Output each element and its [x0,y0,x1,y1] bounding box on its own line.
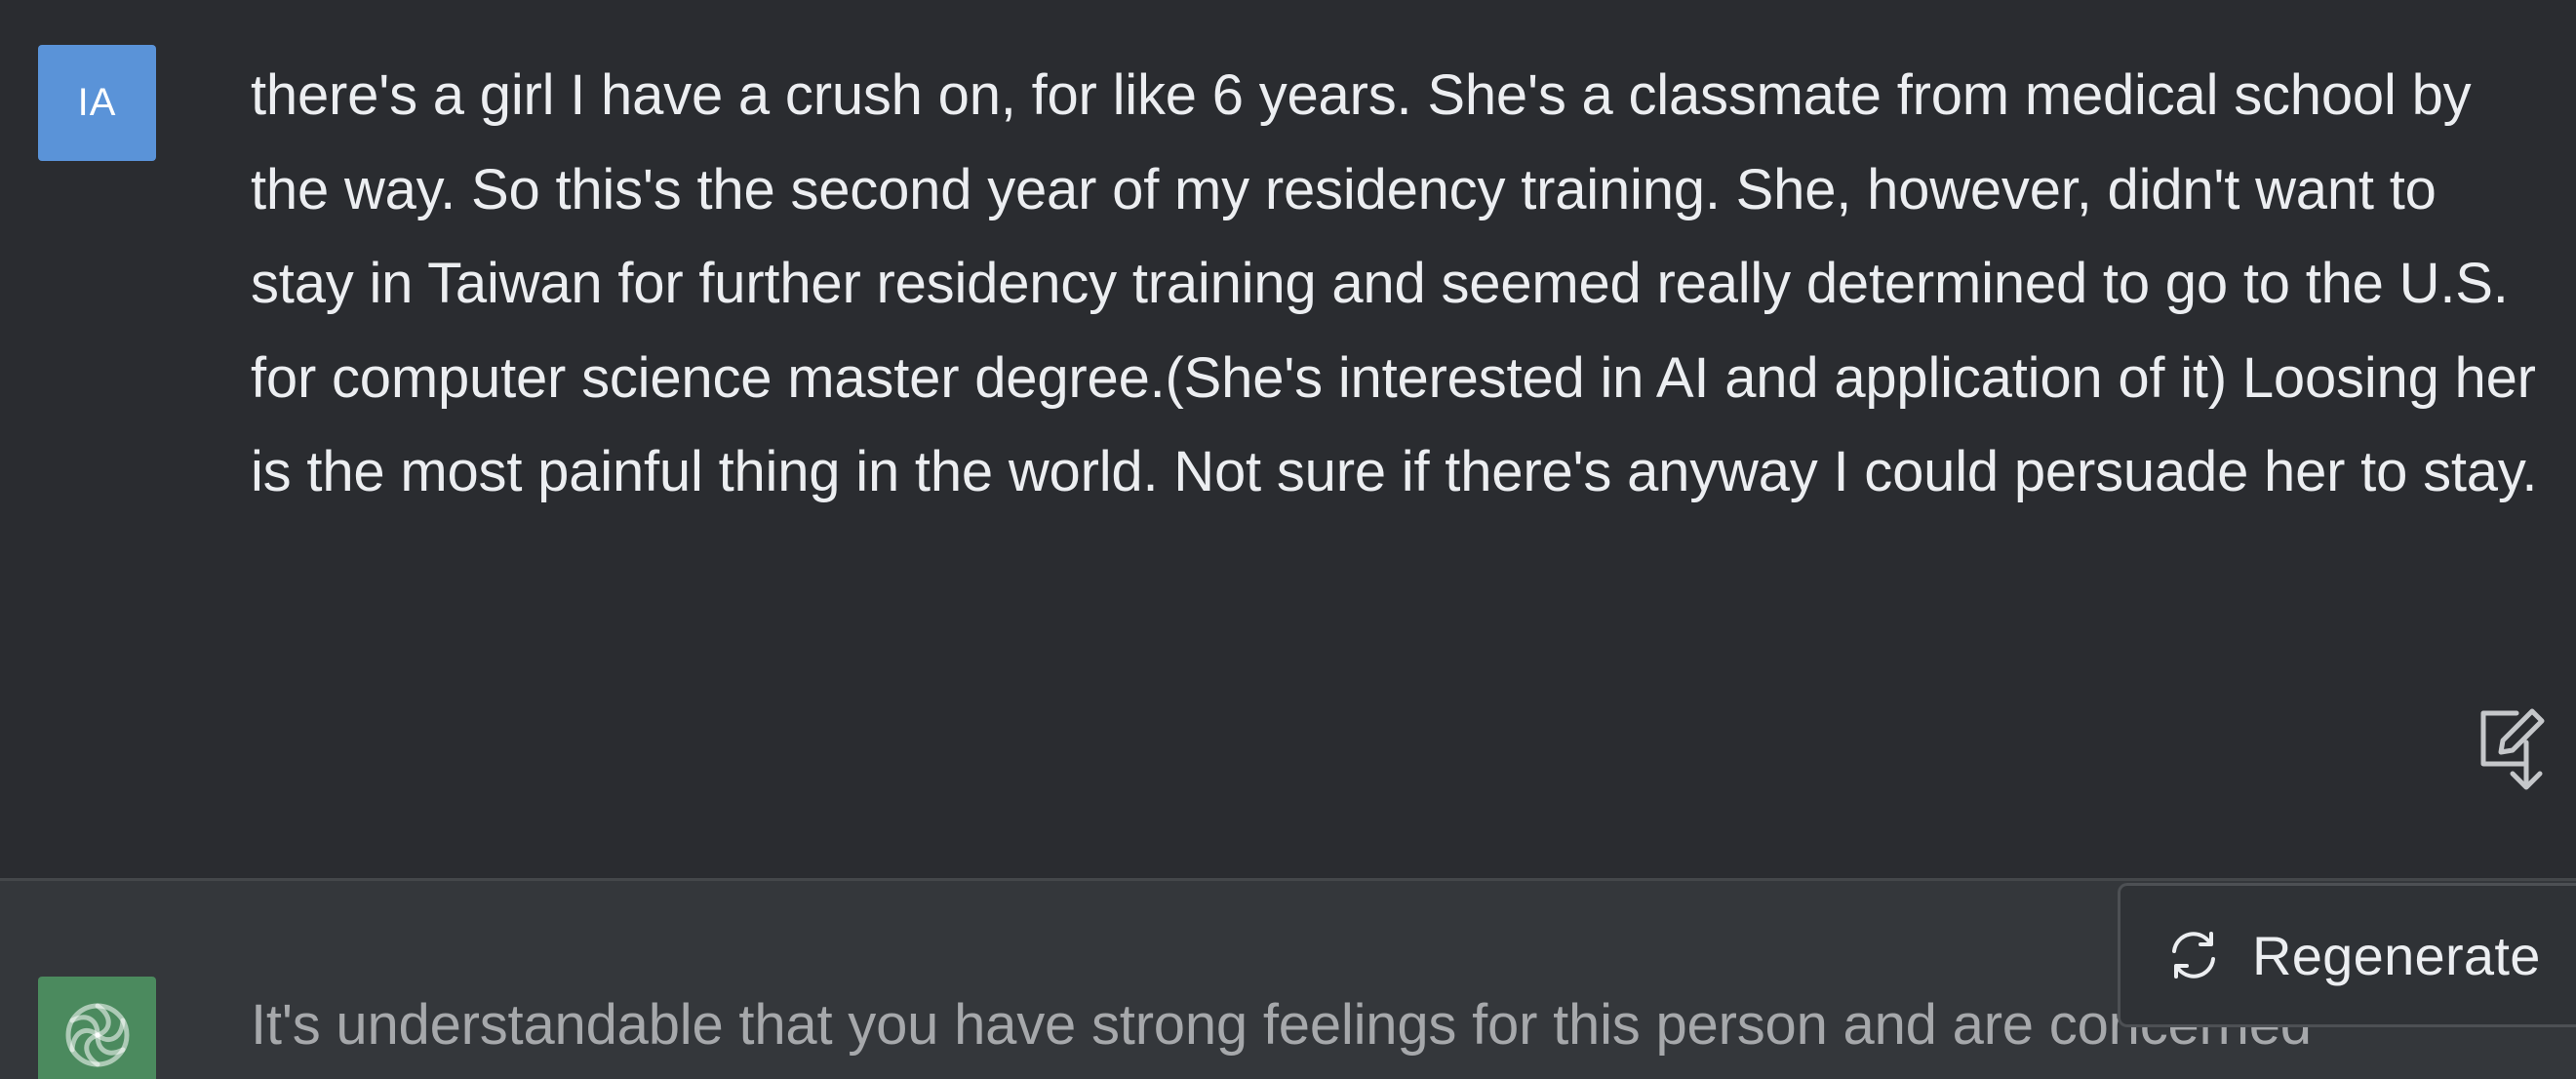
regenerate-label: Regenerate [2252,924,2541,986]
user-avatar: IA [38,45,156,161]
avatar-initials: IA [77,81,117,124]
regenerate-button[interactable]: Regenerate [2118,883,2576,1027]
assistant-avatar [38,977,156,1079]
openai-logo-icon [65,1003,129,1067]
user-message: IA there's a girl I have a crush on, for… [0,0,2576,878]
user-message-text: there's a girl I have a crush on, for li… [251,63,2538,503]
edit-message-button[interactable] [2476,705,2554,791]
refresh-icon [2172,932,2215,979]
edit-icon [2480,708,2545,790]
chat-page: IA there's a girl I have a crush on, for… [0,0,2576,1079]
